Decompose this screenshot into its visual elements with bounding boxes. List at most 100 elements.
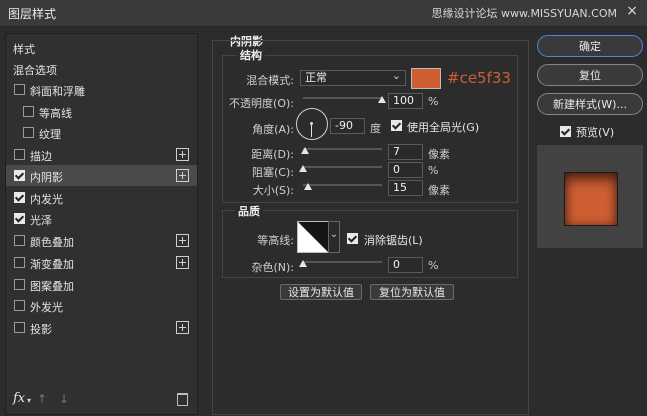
noise-slider-track[interactable] bbox=[303, 261, 382, 263]
list-item-label: 渐变叠加 bbox=[30, 258, 74, 271]
style-item-drop-shadow[interactable]: 投影 bbox=[6, 317, 197, 338]
style-item-satin[interactable]: 光泽 bbox=[6, 208, 197, 229]
angle-dial[interactable] bbox=[296, 108, 328, 140]
contour-dropdown-icon[interactable]: ⌄ bbox=[328, 221, 340, 253]
global-light-label: 使用全局光(G) bbox=[407, 121, 480, 134]
list-item-label: 描边 bbox=[30, 150, 52, 163]
opacity-slider-track[interactable] bbox=[303, 97, 382, 99]
preview-box bbox=[537, 145, 643, 248]
noise-slider-knob[interactable] bbox=[299, 260, 307, 267]
size-unit: 像素 bbox=[428, 184, 450, 197]
contour-label: 等高线: bbox=[257, 234, 294, 247]
list-item-label: 颜色叠加 bbox=[30, 236, 74, 249]
list-item-label: 内发光 bbox=[30, 193, 63, 206]
choke-unit: % bbox=[428, 164, 439, 177]
drop-shadow-checkbox[interactable] bbox=[14, 322, 25, 333]
list-item-label: 内阴影 bbox=[30, 171, 63, 184]
fx-icon[interactable]: fx bbox=[13, 391, 25, 406]
outer-glow-checkbox[interactable] bbox=[14, 300, 25, 311]
satin-checkbox[interactable] bbox=[14, 213, 25, 224]
list-item-label: 纹理 bbox=[39, 128, 61, 141]
contour-picker[interactable] bbox=[297, 221, 329, 253]
angle-unit: 度 bbox=[370, 122, 381, 135]
noise-input[interactable]: 0 bbox=[388, 257, 423, 273]
texture-checkbox[interactable] bbox=[23, 127, 34, 138]
quality-title: 品质 bbox=[235, 203, 263, 219]
style-item-inner-shadow[interactable]: 内阴影 bbox=[6, 165, 197, 186]
style-item-gradient-overlay[interactable]: 渐变叠加 bbox=[6, 252, 197, 273]
add-gradient-overlay-icon[interactable] bbox=[176, 256, 189, 269]
new-style-button[interactable]: 新建样式(W)... bbox=[537, 93, 643, 115]
size-input[interactable]: 15 bbox=[388, 180, 423, 196]
style-list-header-styles[interactable]: 样式 bbox=[6, 37, 197, 58]
size-slider-track[interactable] bbox=[303, 184, 382, 186]
add-color-overlay-icon[interactable] bbox=[176, 234, 189, 247]
add-drop-shadow-icon[interactable] bbox=[176, 321, 189, 334]
noise-label: 杂色(N): bbox=[251, 261, 294, 274]
style-item-stroke[interactable]: 描边 bbox=[6, 144, 197, 165]
size-slider-knob[interactable] bbox=[303, 183, 312, 190]
global-light-checkbox[interactable] bbox=[391, 120, 402, 131]
pattern-overlay-checkbox[interactable] bbox=[14, 279, 25, 290]
distance-slider-knob[interactable] bbox=[301, 147, 310, 154]
distance-input[interactable]: 7 bbox=[388, 144, 423, 160]
opacity-input[interactable]: 100 bbox=[388, 93, 423, 109]
add-stroke-icon[interactable] bbox=[176, 148, 189, 161]
preview-checkbox[interactable] bbox=[560, 126, 571, 137]
inner-shadow-checkbox[interactable] bbox=[14, 170, 25, 181]
choke-input[interactable]: 0 bbox=[388, 162, 423, 178]
blend-mode-value: 正常 bbox=[305, 71, 327, 84]
style-item-texture[interactable]: 纹理 bbox=[6, 122, 197, 143]
shadow-color-swatch[interactable] bbox=[411, 68, 441, 89]
move-down-icon[interactable]: ↓ bbox=[59, 392, 69, 406]
blend-mode-label: 混合模式: bbox=[246, 74, 294, 87]
anti-alias-label: 消除锯齿(L) bbox=[364, 234, 423, 247]
choke-slider-track[interactable] bbox=[303, 166, 382, 168]
list-item-label: 投影 bbox=[30, 323, 52, 336]
distance-label: 距离(D): bbox=[251, 148, 294, 161]
style-item-contour[interactable]: 等高线 bbox=[6, 101, 197, 122]
chevron-down-icon: ⌄ bbox=[391, 69, 401, 82]
style-item-bevel-emboss[interactable]: 斜面和浮雕 bbox=[6, 79, 197, 100]
add-inner-shadow-icon[interactable] bbox=[176, 169, 189, 182]
ok-button[interactable]: 确定 bbox=[537, 35, 643, 57]
style-item-color-overlay[interactable]: 颜色叠加 bbox=[6, 230, 197, 251]
anti-alias-checkbox[interactable] bbox=[347, 233, 358, 244]
style-item-pattern-overlay[interactable]: 图案叠加 bbox=[6, 274, 197, 295]
gradient-overlay-checkbox[interactable] bbox=[14, 257, 25, 268]
color-overlay-checkbox[interactable] bbox=[14, 235, 25, 246]
reset-default-button[interactable]: 复位为默认值 bbox=[370, 284, 454, 300]
style-list-blend-options[interactable]: 混合选项 bbox=[6, 58, 197, 79]
contour-checkbox[interactable] bbox=[23, 106, 34, 117]
distance-unit: 像素 bbox=[428, 148, 450, 161]
close-icon[interactable]: × bbox=[626, 3, 638, 19]
reset-button[interactable]: 复位 bbox=[537, 64, 643, 86]
list-item-label: 外发光 bbox=[30, 301, 63, 314]
set-default-button[interactable]: 设置为默认值 bbox=[280, 284, 362, 300]
list-item-label: 图案叠加 bbox=[30, 280, 74, 293]
size-label: 大小(S): bbox=[252, 184, 294, 197]
bevel-emboss-checkbox[interactable] bbox=[14, 84, 25, 95]
opacity-unit: % bbox=[428, 95, 439, 108]
inner-glow-checkbox[interactable] bbox=[14, 192, 25, 203]
structure-title: 结构 bbox=[237, 47, 265, 63]
stroke-checkbox[interactable] bbox=[14, 149, 25, 160]
preview-thumbnail bbox=[564, 172, 618, 226]
opacity-slider-knob[interactable] bbox=[378, 96, 386, 103]
style-item-inner-glow[interactable]: 内发光 bbox=[6, 187, 197, 208]
fx-caret-icon[interactable]: ▾ bbox=[27, 396, 31, 405]
watermark-text: 思缘设计论坛 www.MISSYUAN.COM bbox=[431, 7, 617, 20]
angle-dial-needle bbox=[311, 123, 312, 137]
window-title: 图层样式 bbox=[8, 7, 57, 21]
move-up-icon[interactable]: ↑ bbox=[37, 392, 47, 406]
choke-slider-knob[interactable] bbox=[299, 165, 307, 172]
preview-label: 预览(V) bbox=[576, 126, 615, 139]
list-item-label: 样式 bbox=[13, 43, 35, 56]
angle-input[interactable]: -90 bbox=[330, 118, 365, 134]
trash-icon[interactable] bbox=[177, 393, 188, 406]
distance-slider-track[interactable] bbox=[303, 148, 382, 150]
style-item-outer-glow[interactable]: 外发光 bbox=[6, 295, 197, 316]
list-item-label: 混合选项 bbox=[13, 64, 57, 77]
blend-mode-select[interactable]: 正常 ⌄ bbox=[300, 69, 406, 86]
list-item-label: 光泽 bbox=[30, 214, 52, 227]
